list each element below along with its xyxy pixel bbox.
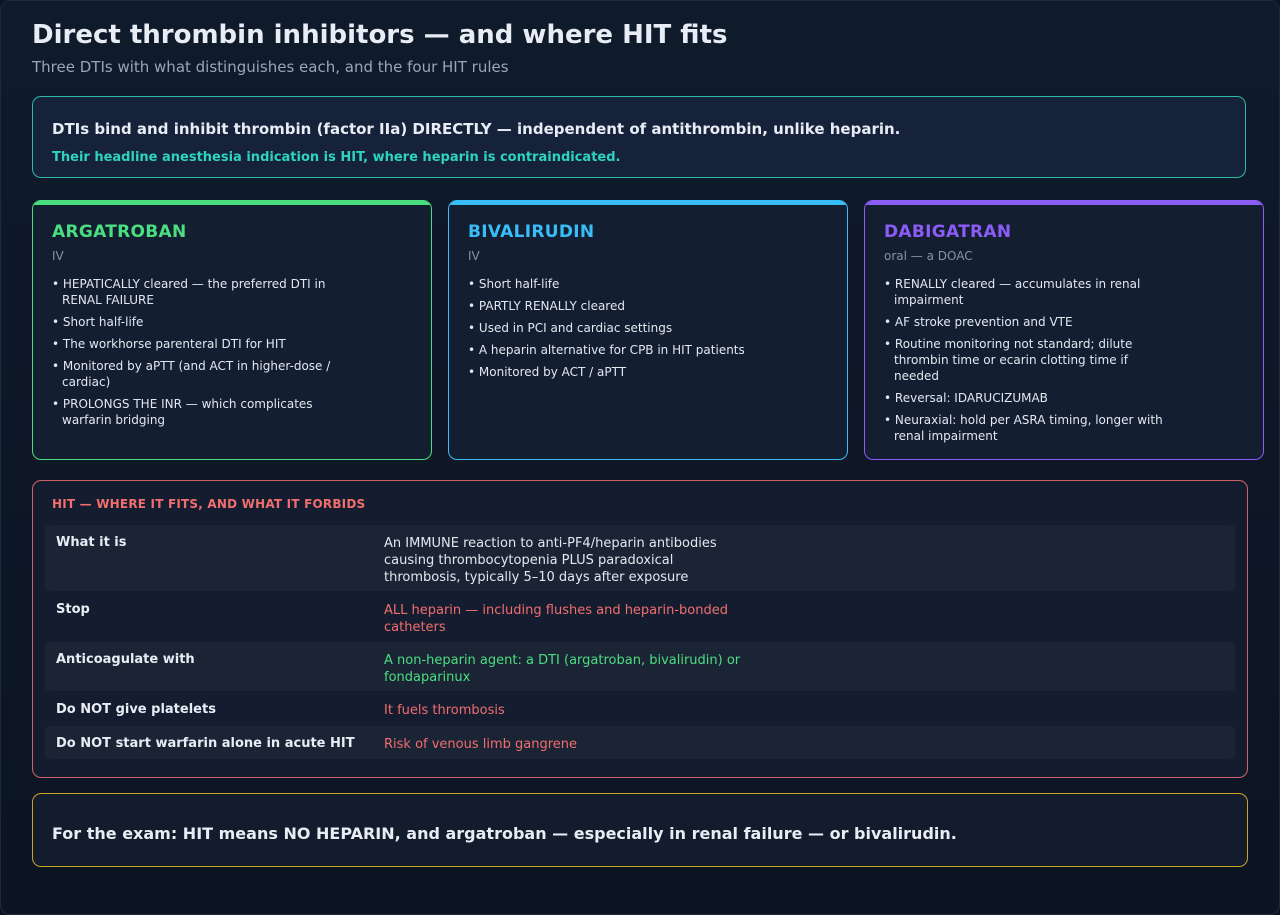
list-item: RENALLY cleared — accumulates in renal i…	[884, 276, 1174, 308]
row-label: Anticoagulate with	[56, 652, 195, 667]
drug-route: IV	[52, 249, 64, 263]
drug-card-bivalirudin: BIVALIRUDIN IV Short half-life PARTLY RE…	[448, 200, 848, 460]
list-item: Monitored by aPTT (and ACT in higher-dos…	[52, 358, 342, 390]
row-label: What it is	[56, 535, 127, 550]
drug-name: BIVALIRUDIN	[468, 222, 595, 242]
callout-sub-text: Their headline anesthesia indication is …	[52, 150, 621, 165]
drug-card-dabigatran: DABIGATRAN oral — a DOAC RENALLY cleared…	[864, 200, 1264, 460]
list-item: A heparin alternative for CPB in HIT pat…	[468, 342, 758, 358]
exam-takeaway-text: For the exam: HIT means NO HEPARIN, and …	[52, 824, 957, 843]
page-title: Direct thrombin inhibitors — and where H…	[32, 20, 728, 50]
list-item: Neuraxial: hold per ASRA timing, longer …	[884, 412, 1174, 444]
drug-name: DABIGATRAN	[884, 222, 1012, 242]
table-row: Anticoagulate with A non-heparin agent: …	[45, 642, 1235, 691]
list-item: The workhorse parenteral DTI for HIT	[52, 336, 342, 352]
drug-features-list: HEPATICALLY cleared — the preferred DTI …	[52, 276, 342, 434]
row-value: Risk of venous limb gangrene	[384, 737, 578, 752]
exam-takeaway-box: For the exam: HIT means NO HEPARIN, and …	[32, 793, 1248, 867]
hit-panel-heading: HIT — WHERE IT FITS, AND WHAT IT FORBIDS	[52, 497, 366, 511]
row-label: Do NOT start warfarin alone in acute HIT	[56, 736, 355, 751]
list-item: PARTLY RENALLY cleared	[468, 298, 758, 314]
list-item: AF stroke prevention and VTE	[884, 314, 1174, 330]
hit-rules-panel: HIT — WHERE IT FITS, AND WHAT IT FORBIDS…	[32, 480, 1248, 778]
key-concept-callout: DTIs bind and inhibit thrombin (factor I…	[32, 96, 1246, 178]
drug-card-argatroban: ARGATROBAN IV HEPATICALLY cleared — the …	[32, 200, 432, 460]
table-row: Stop ALL heparin — including flushes and…	[45, 592, 1235, 641]
table-row: Do NOT start warfarin alone in acute HIT…	[45, 726, 1235, 759]
row-value: ALL heparin — including flushes and hepa…	[384, 603, 728, 635]
row-value: A non-heparin agent: a DTI (argatroban, …	[384, 653, 741, 685]
drug-features-list: RENALLY cleared — accumulates in renal i…	[884, 276, 1174, 450]
row-label: Stop	[56, 602, 90, 617]
row-value: It fuels thrombosis	[384, 703, 505, 718]
list-item: Routine monitoring not standard; dilute …	[884, 336, 1174, 384]
row-label: Do NOT give platelets	[56, 702, 216, 717]
list-item: Short half-life	[468, 276, 758, 292]
list-item: PROLONGS THE INR — which complicates war…	[52, 396, 342, 428]
row-value: An IMMUNE reaction to anti-PF4/heparin a…	[384, 536, 717, 585]
list-item: Short half-life	[52, 314, 342, 330]
drug-name: ARGATROBAN	[52, 222, 187, 242]
card-accent-bar	[33, 201, 431, 205]
drug-route: IV	[468, 249, 480, 263]
card-accent-bar	[449, 201, 847, 205]
table-row: Do NOT give platelets It fuels thrombosi…	[45, 692, 1235, 725]
list-item: Used in PCI and cardiac settings	[468, 320, 758, 336]
drug-features-list: Short half-life PARTLY RENALLY cleared U…	[468, 276, 758, 386]
list-item: HEPATICALLY cleared — the preferred DTI …	[52, 276, 342, 308]
list-item: Reversal: IDARUCIZUMAB	[884, 390, 1174, 406]
drug-route: oral — a DOAC	[884, 249, 973, 263]
card-accent-bar	[865, 201, 1263, 205]
page-subtitle: Three DTIs with what distinguishes each,…	[32, 58, 509, 76]
callout-main-text: DTIs bind and inhibit thrombin (factor I…	[52, 120, 901, 138]
table-row: What it is An IMMUNE reaction to anti-PF…	[45, 525, 1235, 591]
list-item: Monitored by ACT / aPTT	[468, 364, 758, 380]
